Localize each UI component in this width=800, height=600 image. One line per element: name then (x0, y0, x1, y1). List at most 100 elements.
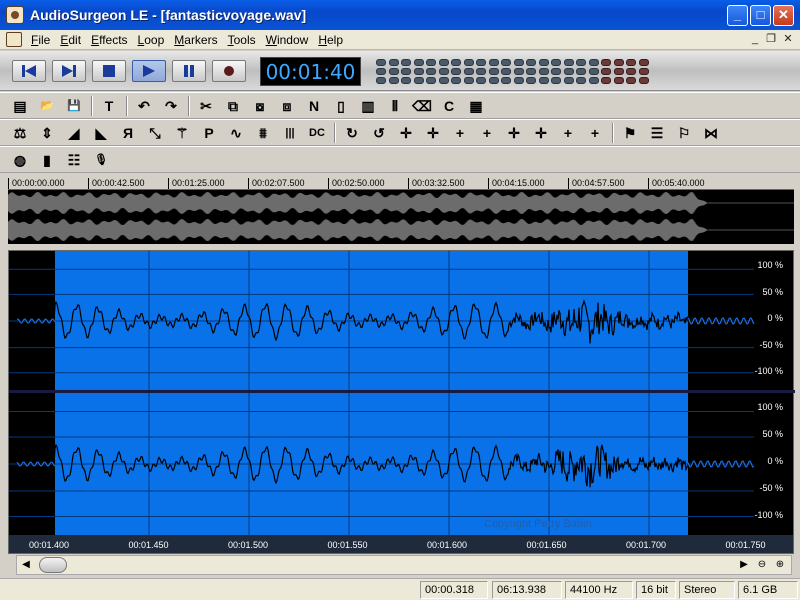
mdi-restore-button[interactable]: ❐ (764, 32, 778, 46)
spectrum-icon[interactable]: ▮ (37, 150, 57, 170)
new-icon[interactable]: ▤ (10, 96, 30, 116)
mdi-minimize-button[interactable]: _ (748, 32, 762, 46)
overview-tick-label: 00:02:07.500 (248, 178, 305, 189)
meter-led (488, 68, 499, 75)
menu-tools[interactable]: Tools (223, 33, 261, 47)
pause-button[interactable] (172, 60, 206, 82)
next-button[interactable] (52, 60, 86, 82)
meter-led (638, 77, 649, 84)
redo-icon[interactable]: ↷ (161, 96, 181, 116)
document-icon[interactable] (6, 32, 22, 47)
cross3-icon[interactable]: + (450, 123, 470, 143)
fade-out-icon[interactable]: ◣ (91, 123, 111, 143)
loop1-icon[interactable]: ↻ (342, 123, 362, 143)
cross6-icon[interactable]: ✛ (531, 123, 551, 143)
marker-edit-icon[interactable]: ⚐ (674, 123, 694, 143)
stop-button[interactable] (92, 60, 126, 82)
scroll-left-button[interactable]: ◀ (18, 557, 34, 573)
close-button[interactable]: ✕ (773, 5, 794, 26)
record-button[interactable] (212, 60, 246, 82)
amplitude-label: 50 % (762, 286, 783, 297)
join-icon[interactable]: ▦ (466, 96, 486, 116)
cross8-icon[interactable]: + (585, 123, 605, 143)
waveform-editor[interactable]: 100 % 50 % 0 % -50 % -100 % 100 % 50 % 0 % -50 %… (8, 250, 795, 554)
cross2-icon[interactable]: ✛ (423, 123, 443, 143)
meter-led (413, 59, 424, 66)
waveform[interactable] (9, 251, 795, 535)
toolbar-edit: ▤ 📂 💾 T ↶ ↷ ✂ ⧉ ⧇ ⧈ N ▯ ▥ ⫴ ⌫ C ▦ (0, 92, 800, 119)
meter-led (638, 68, 649, 75)
meter-led (451, 59, 461, 66)
cross4-icon[interactable]: + (477, 123, 497, 143)
normalize-icon[interactable]: ⤡ (145, 123, 165, 143)
marker-icon[interactable]: ⚑ (620, 123, 640, 143)
menu-window[interactable]: Window (261, 33, 314, 47)
app-icon[interactable] (6, 6, 24, 24)
cross7-icon[interactable]: + (558, 123, 578, 143)
loop2-icon[interactable]: ↺ (369, 123, 389, 143)
meter-led (388, 59, 399, 66)
overview-waveform[interactable] (8, 190, 794, 244)
eq-icon[interactable]: ☷ (64, 150, 84, 170)
piano-icon[interactable]: ▥ (358, 96, 378, 116)
copy-icon[interactable]: ⧉ (223, 96, 243, 116)
filter-icon[interactable]: ∿ (226, 123, 246, 143)
menu-edit[interactable]: Edit (55, 33, 86, 47)
meter-led (438, 77, 449, 84)
zoom-in-button[interactable]: ⊕ (772, 557, 788, 573)
scroll-thumb[interactable] (39, 557, 67, 573)
scroll-right-button[interactable]: ▶ (736, 557, 752, 573)
zoom-out-button[interactable]: ⊖ (754, 557, 770, 573)
paste-icon[interactable]: ⧇ (250, 96, 270, 116)
mic-icon[interactable]: 🎙 (91, 150, 111, 170)
cut-icon[interactable]: ✂ (196, 96, 216, 116)
record-icon (224, 66, 234, 76)
text-icon[interactable]: T (99, 96, 119, 116)
crop-icon[interactable]: ▯ (331, 96, 351, 116)
c-icon[interactable]: C (439, 96, 459, 116)
meter-led (488, 77, 499, 84)
status-bar: 00:00.318 06:13.938 44100 Hz 16 bit Ster… (0, 578, 800, 600)
toolbar-tools: ◍ ▮ ☷ 🎙 (0, 146, 800, 173)
menu-loop[interactable]: Loop (133, 33, 170, 47)
menu-file[interactable]: File (26, 33, 55, 47)
bars-icon[interactable]: ||| (280, 123, 300, 143)
time-tick-label: 00:01.600 (427, 540, 468, 550)
maximize-button[interactable]: □ (750, 5, 771, 26)
fade-in-icon[interactable]: ◢ (64, 123, 84, 143)
menu-markers[interactable]: Markers (169, 33, 222, 47)
balance-icon[interactable]: ⚖ (10, 123, 30, 143)
play-button[interactable] (132, 60, 166, 82)
split-icon[interactable]: ⫴ (385, 96, 405, 116)
paste-mix-icon[interactable]: ⧈ (277, 96, 297, 116)
status-free-space: 6.1 GB (738, 581, 798, 599)
menu-effects[interactable]: Effects (86, 33, 132, 47)
minimize-button[interactable]: _ (727, 5, 748, 26)
copyright-text: Copyright Perry Babin (484, 518, 592, 530)
meter-led (526, 68, 536, 75)
noise-icon[interactable]: ⩩ (253, 123, 273, 143)
reverse-icon[interactable]: Я (118, 123, 138, 143)
mdi-close-button[interactable]: ✕ (781, 32, 795, 46)
undo-icon[interactable]: ↶ (134, 96, 154, 116)
prev-button[interactable] (12, 60, 46, 82)
globe-icon[interactable]: ◍ (10, 150, 30, 170)
bowtie-icon[interactable]: ⋈ (701, 123, 721, 143)
eraser-icon[interactable]: ⌫ (412, 96, 432, 116)
cross1-icon[interactable]: ✛ (396, 123, 416, 143)
pop-icon[interactable]: P (199, 123, 219, 143)
dc-icon[interactable]: DC (307, 123, 327, 143)
amplify-icon[interactable]: ⇕ (37, 123, 57, 143)
list-icon[interactable]: ☰ (647, 123, 667, 143)
horizontal-scrollbar[interactable]: ◀ ▶ ⊖ ⊕ (16, 555, 792, 575)
cross5-icon[interactable]: ✛ (504, 123, 524, 143)
overview-tick-label: 00:05:40.000 (648, 178, 705, 189)
open-icon[interactable]: 📂 (37, 96, 57, 116)
overview-panel[interactable]: 00:00:00.000 00:00:42.500 00:01:25.000 00:0… (8, 178, 794, 244)
menu-help[interactable]: Help (313, 33, 348, 47)
meter-led (476, 68, 486, 75)
wand-icon[interactable]: ⚚ (172, 123, 192, 143)
time-tick-label: 00:01.500 (228, 540, 269, 550)
save-icon[interactable]: 💾 (64, 96, 84, 116)
paste-new-icon[interactable]: N (304, 96, 324, 116)
